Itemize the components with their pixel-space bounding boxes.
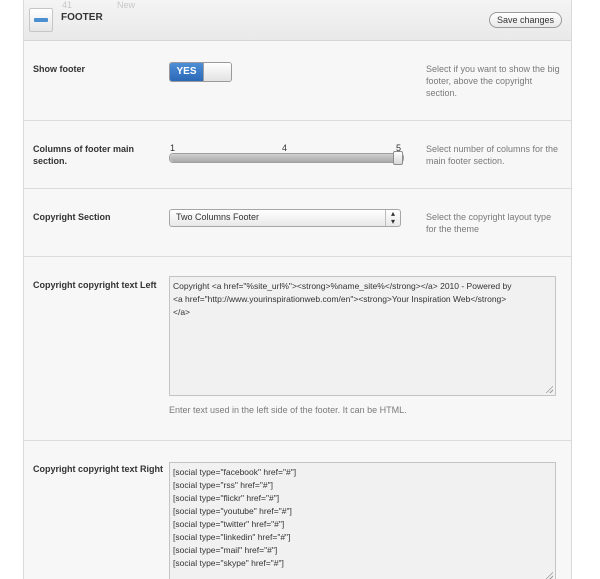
show-footer-row: Show footer Select if you want to show t… (24, 41, 571, 121)
copyright-left-textarea[interactable]: Copyright <a href="%site_url%"><strong>%… (169, 276, 556, 396)
copyright-section-label: Copyright Section (33, 212, 111, 222)
section-header: 41 New FOOTER Save changes (24, 0, 571, 41)
slider-fill (170, 154, 397, 162)
textarea-line: [social type="mail" href="#"] (173, 545, 278, 555)
slider-value-label: 4 (282, 143, 288, 153)
textarea-line: [social type="youtube" href="#"] (173, 506, 292, 516)
textarea-line: <a href="http://www.yourinspirationweb.c… (173, 294, 507, 304)
textarea-line: </a> (173, 307, 191, 317)
textarea-line: [social type="flickr" href="#"] (173, 493, 280, 503)
ghost-new-label: New (117, 0, 136, 10)
copyright-right-textarea[interactable]: [social type="facebook" href="#"] [socia… (169, 462, 556, 579)
columns-label: Columns of footer main section. (33, 144, 134, 166)
show-footer-label: Show footer (33, 64, 85, 74)
toggle-yes-label: YES (170, 63, 203, 81)
textarea-line: [social type="facebook" href="#"] (173, 467, 297, 477)
columns-description: Select number of columns for the main fo… (426, 144, 559, 166)
copyright-right-label: Copyright copyright text Right (33, 464, 163, 474)
columns-slider[interactable] (169, 151, 404, 165)
toggle-knob[interactable] (203, 63, 231, 81)
textarea-line: [social type="skype" href="#"] (173, 558, 284, 568)
select-value: Two Columns Footer (176, 212, 260, 222)
textarea-line: [social type="linkedin" href="#"] (173, 532, 291, 542)
show-footer-toggle[interactable]: YES (169, 62, 232, 82)
textarea-line: [social type="twitter" href="#"] (173, 519, 285, 529)
resize-grip-icon[interactable] (545, 571, 553, 579)
ghost-count-label: 41 (62, 0, 73, 10)
slider-handle[interactable] (393, 151, 403, 165)
textarea-line: Copyright <a href="%site_url%"><strong>%… (173, 281, 512, 291)
copyright-section-description: Select the copyright layout type for the… (426, 212, 552, 234)
section-title: FOOTER (61, 12, 103, 23)
resize-grip-icon[interactable] (545, 385, 553, 393)
copyright-layout-select[interactable]: Two Columns Footer ▴ ▾ (169, 209, 401, 227)
textarea-line: [social type="rss" href="#"] (173, 480, 273, 490)
copyright-left-label: Copyright copyright text Left (33, 280, 157, 290)
slider-min-label: 1 (170, 143, 176, 153)
up-down-arrows-icon: ▴ ▾ (385, 210, 400, 226)
footer-settings-panel: 41 New FOOTER Save changes Show footer S… (23, 0, 572, 579)
save-changes-button[interactable]: Save changes (489, 12, 562, 28)
copyright-left-help: Enter text used in the left side of the … (169, 405, 407, 415)
footer-section-icon (29, 8, 53, 32)
show-footer-description: Select if you want to show the big foote… (426, 64, 560, 98)
